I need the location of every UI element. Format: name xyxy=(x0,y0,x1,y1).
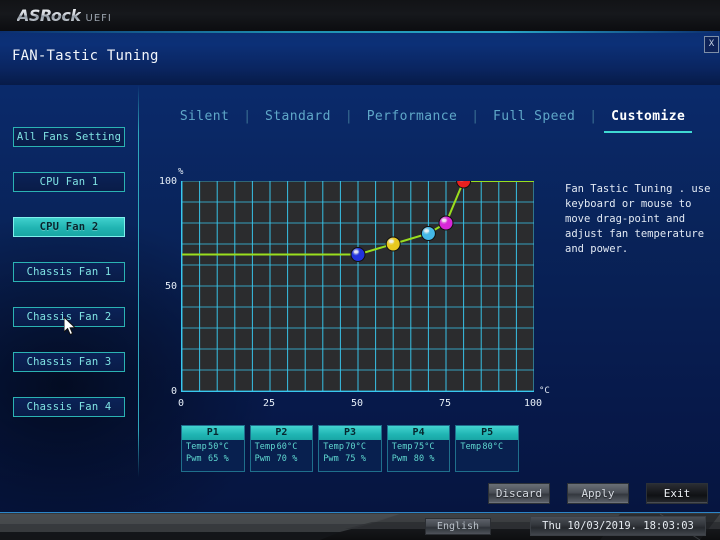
sidebar-item-cpu-fan-2[interactable]: CPU Fan 2 xyxy=(13,217,125,237)
point-box-p3[interactable]: P3 Temp70°C Pwm 75 % xyxy=(318,425,382,472)
temp-key: Temp xyxy=(323,442,345,452)
discard-button[interactable]: Discard xyxy=(488,483,550,504)
pwm-key: Pwm xyxy=(323,454,339,464)
temp-value: 60°C xyxy=(276,442,298,452)
tab-separator: | xyxy=(344,108,353,124)
pwm-value: 70 % xyxy=(276,454,298,464)
chart-point-p5[interactable] xyxy=(456,181,472,189)
page-header: FAN-Tastic Tuning xyxy=(0,31,720,85)
temp-key: Temp xyxy=(460,442,482,452)
sidebar-item-chassis-fan-1[interactable]: Chassis Fan 1 xyxy=(13,262,125,282)
language-button[interactable]: English xyxy=(425,518,491,535)
chart-point-p4[interactable] xyxy=(438,215,454,231)
temp-value: 70°C xyxy=(345,442,367,452)
header-accent-line xyxy=(0,31,720,33)
y-tick-50: 50 xyxy=(164,281,177,292)
point-label: P4 xyxy=(387,426,450,440)
close-icon[interactable]: X xyxy=(704,36,719,53)
x-tick-100: 100 xyxy=(523,398,543,409)
x-tick-50: 50 xyxy=(350,398,364,409)
tab-separator: | xyxy=(243,108,252,124)
sidebar-item-chassis-fan-2[interactable]: Chassis Fan 2 xyxy=(13,307,125,327)
temp-value: 80°C xyxy=(482,442,504,452)
brand-bar: ASRock UEFI xyxy=(0,0,720,32)
sidebar-divider xyxy=(138,85,139,477)
pwm-value: 65 % xyxy=(208,454,229,464)
help-text: Fan Tastic Tuning . use keyboard or mous… xyxy=(565,183,711,255)
fan-sidebar: All Fans Setting CPU Fan 1 CPU Fan 2 Cha… xyxy=(0,85,138,512)
point-box-p4[interactable]: P4 Temp75°C Pwm 80 % xyxy=(386,425,451,472)
pwm-key: Pwm xyxy=(254,454,271,464)
brand-suffix: UEFI xyxy=(85,13,112,24)
tab-separator: | xyxy=(589,108,598,124)
sidebar-item-chassis-fan-4[interactable]: Chassis Fan 4 xyxy=(13,397,125,417)
sidebar-item-chassis-fan-3[interactable]: Chassis Fan 3 xyxy=(13,352,125,372)
asrock-logo: ASRock UEFI xyxy=(17,6,112,25)
chart-point-p1[interactable] xyxy=(350,247,366,262)
tab-silent[interactable]: Silent xyxy=(166,109,243,124)
pwm-value: 75 % xyxy=(345,454,367,464)
x-tick-25: 25 xyxy=(262,398,276,409)
point-label: P3 xyxy=(319,426,381,440)
tab-standard[interactable]: Standard xyxy=(251,109,345,124)
tab-customize[interactable]: Customize xyxy=(597,109,699,133)
point-box-p2[interactable]: P2 Temp60°C Pwm 70 % xyxy=(249,425,314,472)
temp-value: 50°C xyxy=(208,442,229,452)
point-pwm-row: Pwm 65 % xyxy=(182,452,244,464)
point-temp-row: Temp50°C xyxy=(182,440,244,452)
pwm-value: 80 % xyxy=(413,454,435,464)
tab-performance[interactable]: Performance xyxy=(353,109,472,124)
profile-tabs: Silent | Standard | Performance | Full S… xyxy=(160,99,705,133)
point-label: P1 xyxy=(182,426,244,440)
pwm-key: Pwm xyxy=(186,454,202,464)
point-temp-row: Temp80°C xyxy=(456,440,518,452)
uefi-screen: ASRock UEFI FAN-Tastic Tuning X All Fans… xyxy=(0,0,720,540)
y-axis-unit-label: % xyxy=(178,167,184,177)
status-bar: English Thu 10/03/2019. 18:03:03 xyxy=(0,512,720,540)
sidebar-item-cpu-fan-1[interactable]: CPU Fan 1 xyxy=(13,172,125,192)
point-temp-row: Temp60°C xyxy=(251,440,313,452)
temp-key: Temp xyxy=(186,442,207,452)
datetime-display: Thu 10/03/2019. 18:03:03 xyxy=(530,516,706,536)
point-pwm-row: Pwm 75 % xyxy=(319,452,381,464)
fan-curve-chart: % °C 100 50 0 0 25 50 75 100 xyxy=(159,167,555,417)
point-pwm-row: Pwm 80 % xyxy=(388,452,450,464)
pwm-key: Pwm xyxy=(391,454,408,464)
point-label: P2 xyxy=(250,426,313,440)
x-tick-0: 0 xyxy=(177,398,185,409)
x-axis-unit-label: °C xyxy=(539,386,550,396)
point-pwm-row: Pwm 70 % xyxy=(251,452,313,464)
point-values-bar: P1 Temp50°C Pwm 65 % P2 Temp60°C Pwm 70 % … xyxy=(181,425,519,473)
point-box-p5[interactable]: P5 Temp80°C xyxy=(455,425,519,472)
y-tick-100: 100 xyxy=(158,176,177,187)
temp-key: Temp xyxy=(391,442,413,452)
fan-curve-svg[interactable] xyxy=(182,181,534,391)
apply-button[interactable]: Apply xyxy=(567,483,629,504)
x-tick-75: 75 xyxy=(438,398,452,409)
point-temp-row: Temp75°C xyxy=(388,440,450,452)
action-buttons: Discard Apply Exit xyxy=(488,483,708,505)
temp-value: 75°C xyxy=(413,442,435,452)
point-label: P5 xyxy=(456,426,518,440)
temp-key: Temp xyxy=(254,442,276,452)
chart-point-p2[interactable] xyxy=(385,236,401,252)
brand-name: ASRock xyxy=(17,6,81,25)
tab-full-speed[interactable]: Full Speed xyxy=(479,109,589,124)
y-tick-0: 0 xyxy=(170,386,177,397)
point-temp-row: Temp70°C xyxy=(319,440,381,452)
chart-point-p3[interactable] xyxy=(420,226,436,241)
point-box-p1[interactable]: P1 Temp50°C Pwm 65 % xyxy=(181,425,245,472)
sidebar-item-all-fans[interactable]: All Fans Setting xyxy=(13,127,125,147)
main-body: All Fans Setting CPU Fan 1 CPU Fan 2 Cha… xyxy=(0,85,720,512)
exit-button[interactable]: Exit xyxy=(646,483,708,504)
tab-separator: | xyxy=(471,108,480,124)
chart-plot-area[interactable] xyxy=(181,181,534,392)
page-title: FAN-Tastic Tuning xyxy=(12,48,159,64)
